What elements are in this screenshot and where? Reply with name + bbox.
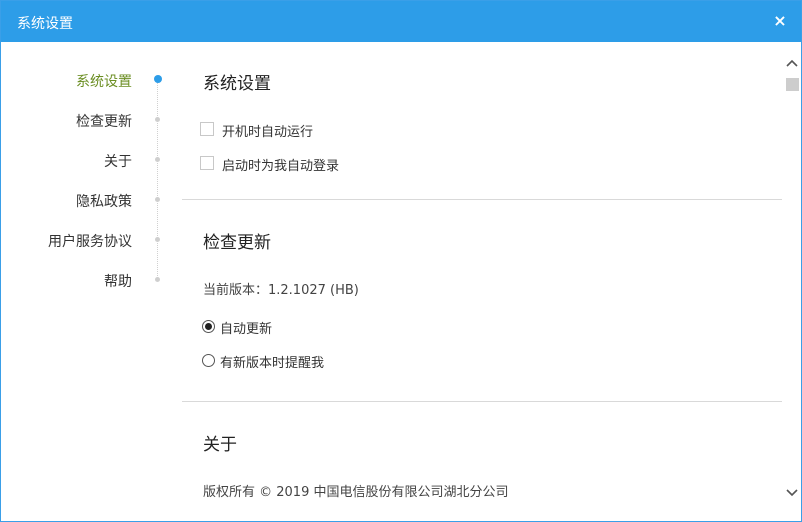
title-bar: 系统设置 × xyxy=(1,1,801,42)
nav-item-about[interactable]: 关于 xyxy=(2,151,132,171)
vertical-scrollbar[interactable] xyxy=(783,42,801,521)
nav-item-user-agreement[interactable]: 用户服务协议 xyxy=(2,231,132,251)
notify-update-radio[interactable] xyxy=(202,354,215,367)
section-title-about: 关于 xyxy=(203,435,237,455)
chevron-down-icon[interactable] xyxy=(783,486,801,502)
settings-window: 系统设置 × 系统设置 检查更新 关于 隐私政策 用户服务协议 帮助 系统设置 … xyxy=(0,0,802,522)
settings-content: 系统设置 开机时自动运行 启动时为我自动登录 检查更新 当前版本：1.2.102… xyxy=(182,42,782,521)
auto-update-label: 自动更新 xyxy=(220,322,273,337)
settings-nav: 系统设置 检查更新 关于 隐私政策 用户服务协议 帮助 xyxy=(1,42,181,521)
close-icon[interactable]: × xyxy=(771,10,789,32)
autostart-label: 开机时自动运行 xyxy=(222,125,314,140)
nav-dot xyxy=(155,157,160,162)
nav-dot xyxy=(155,237,160,242)
autostart-checkbox[interactable] xyxy=(200,122,214,136)
section-title-system-settings: 系统设置 xyxy=(203,74,271,94)
current-version: 当前版本：1.2.1027 (HB) xyxy=(203,283,359,298)
nav-dot xyxy=(155,277,160,282)
nav-item-check-update[interactable]: 检查更新 xyxy=(2,111,132,131)
nav-dot xyxy=(155,197,160,202)
nav-item-system-settings[interactable]: 系统设置 xyxy=(2,71,132,91)
section-title-check-update: 检查更新 xyxy=(203,233,271,253)
window-title: 系统设置 xyxy=(17,16,73,32)
chevron-up-icon[interactable] xyxy=(783,56,801,72)
nav-rail xyxy=(157,78,158,278)
auto-update-radio[interactable] xyxy=(202,320,215,333)
autologin-checkbox[interactable] xyxy=(200,156,214,170)
nav-dot xyxy=(155,117,160,122)
copyright-text: 版权所有 © 2019 中国电信股份有限公司湖北分公司 xyxy=(203,485,509,500)
nav-dot-active xyxy=(154,75,162,83)
section-divider xyxy=(182,401,782,402)
section-divider xyxy=(182,199,782,200)
nav-item-help[interactable]: 帮助 xyxy=(2,271,132,291)
scroll-thumb[interactable] xyxy=(786,78,799,91)
nav-item-privacy-policy[interactable]: 隐私政策 xyxy=(2,191,132,211)
autologin-label: 启动时为我自动登录 xyxy=(222,159,340,174)
notify-update-label: 有新版本时提醒我 xyxy=(220,356,325,371)
